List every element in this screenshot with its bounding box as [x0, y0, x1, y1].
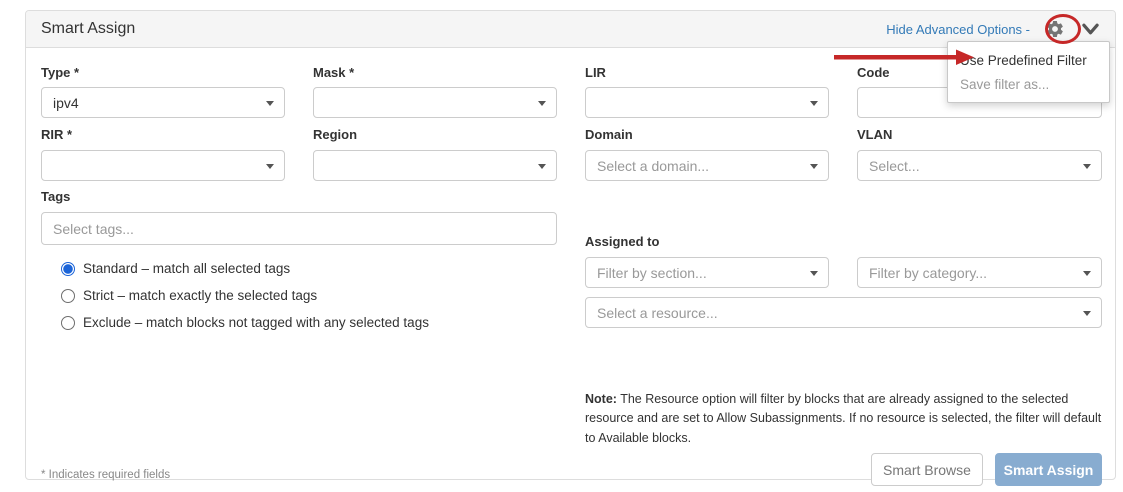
dropdown-caret-icon	[538, 164, 546, 169]
dropdown-caret-icon	[266, 101, 274, 106]
dropdown-caret-icon	[810, 101, 818, 106]
rir-label: RIR *	[41, 127, 285, 142]
domain-select[interactable]: Select a domain...	[585, 150, 829, 181]
hide-advanced-options-link[interactable]: Hide Advanced Options -	[886, 22, 1030, 37]
dropdown-caret-icon	[266, 164, 274, 169]
dropdown-caret-icon	[810, 271, 818, 276]
radio-selected-icon	[61, 262, 75, 276]
region-select[interactable]	[313, 150, 557, 181]
smart-assign-screen: Smart Assign Hide Advanced Options - Typ…	[0, 0, 1123, 492]
settings-dropdown-menu: Use Predefined Filter Save filter as...	[947, 41, 1110, 103]
type-label: Type *	[41, 65, 285, 80]
collapse-chevron-down-icon[interactable]	[1080, 20, 1100, 38]
section-select-placeholder: Filter by section...	[597, 265, 707, 281]
tags-input[interactable]: Select tags...	[41, 212, 557, 245]
note-prefix: Note:	[585, 392, 617, 406]
smart-assign-button[interactable]: Smart Assign	[995, 453, 1102, 486]
rir-select[interactable]	[41, 150, 285, 181]
radio-label: Standard – match all selected tags	[83, 261, 290, 276]
vlan-label: VLAN	[857, 127, 1102, 142]
resource-note: Note: The Resource option will filter by…	[585, 390, 1102, 448]
dropdown-caret-icon	[810, 164, 818, 169]
filter-by-category-select[interactable]: Filter by category...	[857, 257, 1102, 288]
menu-item-use-predefined-filter[interactable]: Use Predefined Filter	[948, 48, 1109, 72]
assigned-to-label: Assigned to	[585, 234, 659, 249]
mask-label: Mask *	[313, 65, 557, 80]
tags-input-placeholder: Select tags...	[53, 221, 134, 237]
smart-browse-button[interactable]: Smart Browse	[871, 453, 983, 486]
type-select[interactable]: ipv4	[41, 87, 285, 118]
tag-match-option-strict[interactable]: Strict – match exactly the selected tags	[61, 288, 317, 303]
panel-body: Type * Mask * LIR Code ipv4 RIR * Re	[41, 48, 1102, 479]
dropdown-caret-icon	[1083, 271, 1091, 276]
mask-select[interactable]	[313, 87, 557, 118]
dropdown-caret-icon	[1083, 164, 1091, 169]
vlan-select-placeholder: Select...	[869, 158, 920, 174]
lir-label: LIR	[585, 65, 829, 80]
page-title: Smart Assign	[41, 20, 135, 38]
dropdown-caret-icon	[538, 101, 546, 106]
footer-buttons: Smart Browse Smart Assign	[871, 453, 1102, 486]
tags-label: Tags	[41, 189, 70, 204]
required-fields-hint: * Indicates required fields	[41, 469, 170, 481]
category-select-placeholder: Filter by category...	[869, 265, 987, 281]
resource-select-placeholder: Select a resource...	[597, 305, 718, 321]
radio-label: Exclude – match blocks not tagged with a…	[83, 315, 429, 330]
domain-select-placeholder: Select a domain...	[597, 158, 709, 174]
type-select-value: ipv4	[53, 95, 79, 111]
menu-item-save-filter-as[interactable]: Save filter as...	[948, 72, 1109, 96]
domain-label: Domain	[585, 127, 829, 142]
header-actions: Hide Advanced Options -	[886, 18, 1100, 40]
tag-match-option-exclude[interactable]: Exclude – match blocks not tagged with a…	[61, 315, 429, 330]
radio-unselected-icon	[61, 289, 75, 303]
radio-unselected-icon	[61, 316, 75, 330]
gear-icon[interactable]	[1044, 18, 1066, 40]
filter-by-section-select[interactable]: Filter by section...	[585, 257, 829, 288]
lir-select[interactable]	[585, 87, 829, 118]
radio-label: Strict – match exactly the selected tags	[83, 288, 317, 303]
vlan-select[interactable]: Select...	[857, 150, 1102, 181]
note-text: The Resource option will filter by block…	[585, 392, 1101, 445]
dropdown-caret-icon	[1083, 311, 1091, 316]
resource-select[interactable]: Select a resource...	[585, 297, 1102, 328]
tag-match-option-standard[interactable]: Standard – match all selected tags	[61, 261, 290, 276]
region-label: Region	[313, 127, 557, 142]
